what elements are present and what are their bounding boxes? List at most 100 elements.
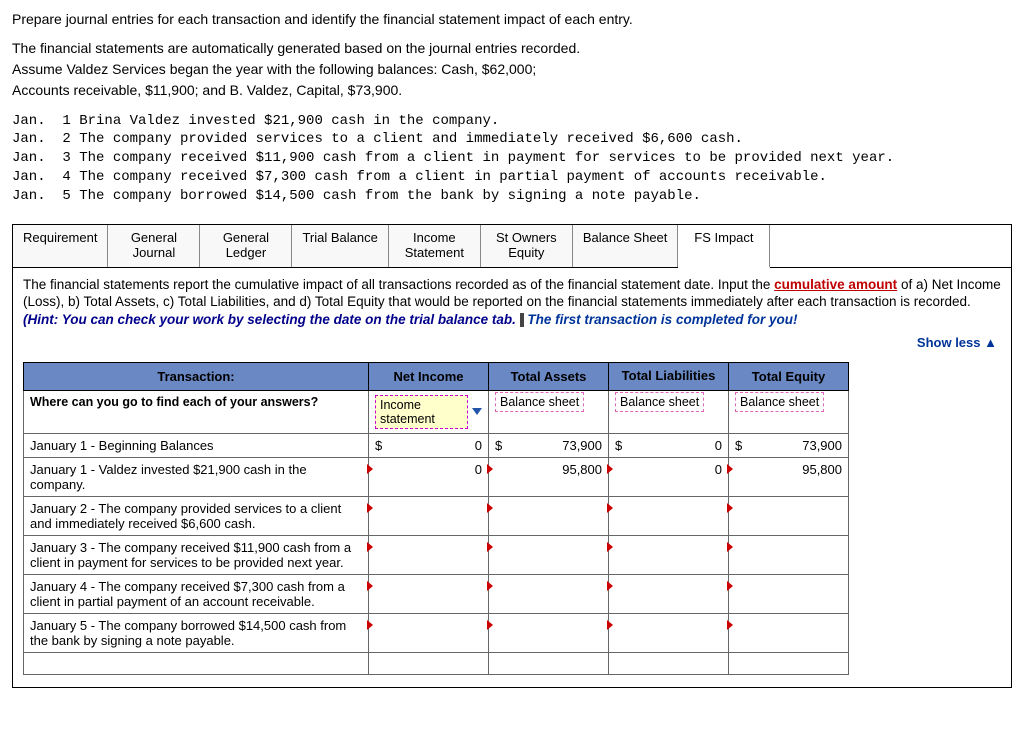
transaction-label: January 2 - The company provided service… bbox=[24, 496, 369, 535]
total-equity-cell[interactable]: 95,800 bbox=[729, 457, 849, 496]
hint-row: Where can you go to find each of your an… bbox=[24, 390, 849, 433]
row-marker-icon bbox=[367, 542, 373, 552]
row-marker-icon bbox=[607, 620, 613, 630]
blank-trailing-row bbox=[24, 652, 849, 674]
col-total-liabilities: Total Liabilities bbox=[609, 362, 729, 390]
hint-total-liab-cell[interactable]: Balance sheet bbox=[609, 390, 729, 433]
row-marker-icon bbox=[727, 542, 733, 552]
hint-total-liab-value: Balance sheet bbox=[615, 392, 704, 412]
net-income-cell[interactable] bbox=[369, 613, 489, 652]
hint-question: Where can you go to find each of your an… bbox=[30, 395, 318, 409]
col-total-equity: Total Equity bbox=[729, 362, 849, 390]
intro-line-1: Prepare journal entries for each transac… bbox=[12, 10, 1012, 29]
caret-up-icon: ▲ bbox=[984, 335, 997, 350]
total-equity-cell[interactable] bbox=[729, 613, 849, 652]
text-cursor-icon bbox=[520, 313, 524, 327]
show-less-label: Show less bbox=[917, 335, 981, 350]
net-income-cell[interactable] bbox=[369, 535, 489, 574]
net-income-cell[interactable]: 0 bbox=[369, 457, 489, 496]
total-liabilities-cell[interactable] bbox=[609, 574, 729, 613]
transaction-label: January 1 - Beginning Balances bbox=[24, 433, 369, 457]
tab-fs-impact[interactable]: FS Impact bbox=[678, 225, 770, 268]
row-marker-icon bbox=[367, 464, 373, 474]
hint-net-income-cell[interactable]: Income statement bbox=[369, 390, 489, 433]
row-marker-icon bbox=[367, 581, 373, 591]
problem-intro: Prepare journal entries for each transac… bbox=[12, 10, 1012, 100]
table-row: January 1 - Valdez invested $21,900 cash… bbox=[24, 457, 849, 496]
row-marker-icon bbox=[727, 503, 733, 513]
row-marker-icon bbox=[727, 581, 733, 591]
net-income-cell[interactable] bbox=[369, 574, 489, 613]
tab-general-journal[interactable]: General Journal bbox=[108, 225, 200, 267]
row-marker-icon bbox=[487, 464, 493, 474]
total-liabilities-cell[interactable]: 0 bbox=[609, 457, 729, 496]
row-marker-icon bbox=[487, 620, 493, 630]
row-marker-icon bbox=[607, 464, 613, 474]
row-marker-icon bbox=[487, 581, 493, 591]
total-assets-cell[interactable]: 95,800 bbox=[489, 457, 609, 496]
transaction-label: January 1 - Valdez invested $21,900 cash… bbox=[24, 457, 369, 496]
col-transaction: Transaction: bbox=[24, 362, 369, 390]
show-less-toggle[interactable]: Show less ▲ bbox=[13, 335, 1011, 358]
total-liabilities-cell[interactable] bbox=[609, 535, 729, 574]
total-liabilities-cell[interactable]: $0 bbox=[609, 433, 729, 457]
table-header-row: Transaction: Net Income Total Assets Tot… bbox=[24, 362, 849, 390]
total-liabilities-cell[interactable] bbox=[609, 613, 729, 652]
table-row: January 5 - The company borrowed $14,500… bbox=[24, 613, 849, 652]
fs-impact-table: Transaction: Net Income Total Assets Tot… bbox=[23, 362, 849, 675]
row-marker-icon bbox=[487, 542, 493, 552]
total-equity-cell[interactable] bbox=[729, 496, 849, 535]
total-liabilities-cell[interactable] bbox=[609, 496, 729, 535]
dropdown-arrow-icon bbox=[472, 408, 482, 415]
row-marker-icon bbox=[727, 464, 733, 474]
total-equity-cell[interactable] bbox=[729, 535, 849, 574]
tab-requirement[interactable]: Requirement bbox=[13, 225, 108, 267]
hint-total-equity-value: Balance sheet bbox=[735, 392, 824, 412]
total-assets-cell[interactable] bbox=[489, 613, 609, 652]
hint-total-equity-cell[interactable]: Balance sheet bbox=[729, 390, 849, 433]
total-assets-cell[interactable] bbox=[489, 574, 609, 613]
transaction-label: January 3 - The company received $11,900… bbox=[24, 535, 369, 574]
tab-income-statement[interactable]: Income Statement bbox=[389, 225, 481, 267]
total-assets-cell[interactable] bbox=[489, 496, 609, 535]
instr-cumulative: cumulative amount bbox=[774, 277, 897, 292]
hint-total-assets-cell[interactable]: Balance sheet bbox=[489, 390, 609, 433]
row-marker-icon bbox=[607, 503, 613, 513]
hint-net-income-value: Income statement bbox=[375, 395, 468, 429]
worksheet-panel: Requirement General Journal General Ledg… bbox=[12, 224, 1012, 688]
total-equity-cell[interactable] bbox=[729, 574, 849, 613]
tab-trial-balance[interactable]: Trial Balance bbox=[292, 225, 388, 267]
instr-pt3: The first transaction is completed for y… bbox=[527, 312, 797, 327]
instr-pt1: The financial statements report the cumu… bbox=[23, 277, 774, 292]
net-income-cell[interactable] bbox=[369, 496, 489, 535]
tab-st-owners-equity[interactable]: St Owners Equity bbox=[481, 225, 573, 267]
instr-hint: (Hint: You can check your work by select… bbox=[23, 312, 516, 327]
row-marker-icon bbox=[367, 503, 373, 513]
col-net-income: Net Income bbox=[369, 362, 489, 390]
row-marker-icon bbox=[607, 542, 613, 552]
row-marker-icon bbox=[607, 581, 613, 591]
intro-line-3: Assume Valdez Services began the year wi… bbox=[12, 60, 1012, 79]
table-row: January 3 - The company received $11,900… bbox=[24, 535, 849, 574]
total-assets-cell[interactable]: $73,900 bbox=[489, 433, 609, 457]
tab-bar: Requirement General Journal General Ledg… bbox=[13, 225, 1011, 268]
total-assets-cell[interactable] bbox=[489, 535, 609, 574]
intro-line-4: Accounts receivable, $11,900; and B. Val… bbox=[12, 81, 1012, 100]
hint-total-assets-value: Balance sheet bbox=[495, 392, 584, 412]
table-row: January 4 - The company received $7,300 … bbox=[24, 574, 849, 613]
instructions-text: The financial statements report the cumu… bbox=[13, 268, 1011, 335]
transaction-label: January 5 - The company borrowed $14,500… bbox=[24, 613, 369, 652]
table-row: January 2 - The company provided service… bbox=[24, 496, 849, 535]
net-income-cell[interactable]: $0 bbox=[369, 433, 489, 457]
transactions-monospace: Jan. 1 Brina Valdez invested $21,900 cas… bbox=[12, 112, 1012, 206]
intro-line-2: The financial statements are automatical… bbox=[12, 39, 1012, 58]
table-row: January 1 - Beginning Balances$0$73,900$… bbox=[24, 433, 849, 457]
tab-general-ledger[interactable]: General Ledger bbox=[200, 225, 292, 267]
col-total-assets: Total Assets bbox=[489, 362, 609, 390]
row-marker-icon bbox=[487, 503, 493, 513]
row-marker-icon bbox=[367, 620, 373, 630]
tab-balance-sheet[interactable]: Balance Sheet bbox=[573, 225, 679, 267]
total-equity-cell[interactable]: $73,900 bbox=[729, 433, 849, 457]
row-marker-icon bbox=[727, 620, 733, 630]
transaction-label: January 4 - The company received $7,300 … bbox=[24, 574, 369, 613]
